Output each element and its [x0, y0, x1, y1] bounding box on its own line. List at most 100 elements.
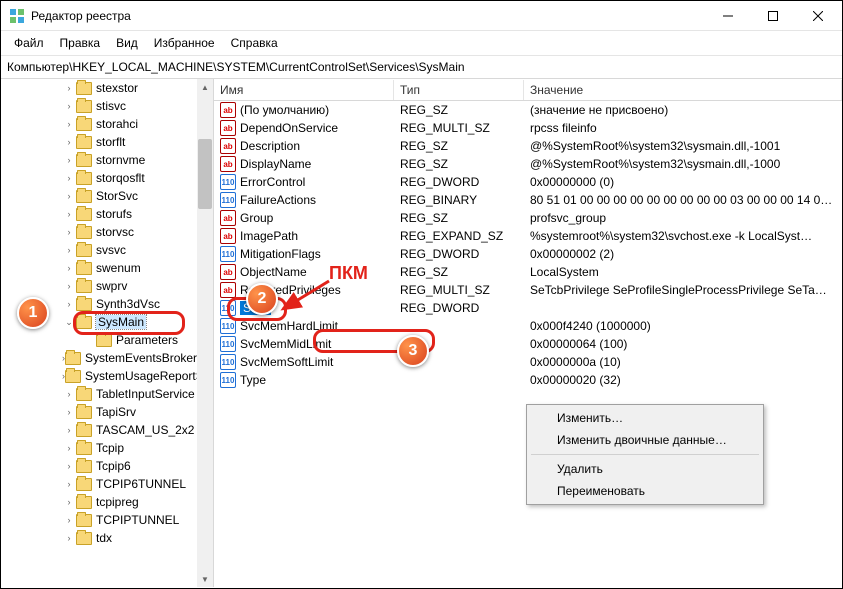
binary-value-icon: 110	[220, 192, 236, 208]
col-value[interactable]: Значение	[524, 80, 842, 100]
value-row[interactable]: ab(По умолчанию)REG_SZ(значение не присв…	[214, 101, 842, 119]
col-type[interactable]: Тип	[394, 80, 524, 100]
tree-node[interactable]: ›swenum	[1, 259, 197, 277]
menu-file[interactable]: Файл	[7, 33, 51, 53]
value-row[interactable]: 110Type0x00000020 (32)	[214, 371, 842, 389]
string-value-icon: ab	[220, 264, 236, 280]
tree-node[interactable]: ›tdx	[1, 529, 197, 547]
chevron-icon[interactable]: ›	[62, 533, 76, 543]
string-value-icon: ab	[220, 102, 236, 118]
chevron-icon[interactable]: ›	[62, 191, 76, 201]
value-row[interactable]: 110SvcMemSoftLimit0x0000000a (10)	[214, 353, 842, 371]
menubar: Файл Правка Вид Избранное Справка	[1, 31, 842, 56]
value-name: Type	[240, 373, 266, 387]
value-row[interactable]: 110ErrorControlREG_DWORD0x00000000 (0)	[214, 173, 842, 191]
chevron-icon[interactable]: ›	[62, 497, 76, 507]
chevron-icon[interactable]: ›	[62, 299, 76, 309]
chevron-icon[interactable]: ›	[62, 461, 76, 471]
tree-node[interactable]: ›TCPIPTUNNEL	[1, 511, 197, 529]
chevron-icon[interactable]: ›	[62, 281, 76, 291]
chevron-icon[interactable]: ›	[62, 515, 76, 525]
tree-node[interactable]: ›storvsc	[1, 223, 197, 241]
value-row[interactable]: 110SvcMemMidLimit0x00000064 (100)	[214, 335, 842, 353]
chevron-icon[interactable]: ›	[62, 389, 76, 399]
value-row[interactable]: 110FailureActionsREG_BINARY80 51 01 00 0…	[214, 191, 842, 209]
value-row[interactable]: 110SvcMemHardLimit0x000f4240 (1000000)	[214, 317, 842, 335]
value-data: 0x00000020 (32)	[524, 373, 842, 387]
ctx-modify[interactable]: Изменить…	[529, 407, 761, 429]
menu-view[interactable]: Вид	[109, 33, 145, 53]
tree-node[interactable]: ›swprv	[1, 277, 197, 295]
scroll-down-icon[interactable]: ▼	[197, 571, 213, 587]
chevron-icon[interactable]: ›	[62, 227, 76, 237]
chevron-icon[interactable]: ›	[62, 245, 76, 255]
tree-scrollbar[interactable]: ▲ ▼	[197, 79, 213, 587]
value-data: SeTcbPrivilege SeProfileSingleProcessPri…	[524, 283, 842, 297]
tree-node[interactable]: ›StorSvc	[1, 187, 197, 205]
value-row[interactable]: abImagePathREG_EXPAND_SZ%systemroot%\sys…	[214, 227, 842, 245]
value-row[interactable]: abDisplayNameREG_SZ@%SystemRoot%\system3…	[214, 155, 842, 173]
value-row[interactable]: abDependOnServiceREG_MULTI_SZrpcss filei…	[214, 119, 842, 137]
folder-icon	[76, 316, 92, 329]
tree-node[interactable]: ›storufs	[1, 205, 197, 223]
tree-node[interactable]: › TCPIP6TUNNEL	[1, 475, 197, 493]
chevron-icon[interactable]: ›	[62, 83, 76, 93]
chevron-icon[interactable]: ›	[62, 425, 76, 435]
tree-node[interactable]: ›storflt	[1, 133, 197, 151]
ctx-modify-binary[interactable]: Изменить двоичные данные…	[529, 429, 761, 451]
menu-help[interactable]: Справка	[224, 33, 285, 53]
chevron-icon[interactable]: ›	[62, 155, 76, 165]
folder-icon	[76, 208, 92, 221]
tree-node[interactable]: › tcpipreg	[1, 493, 197, 511]
tree-node[interactable]: ›TapiSrv	[1, 403, 197, 421]
value-data: %systemroot%\system32\svchost.exe -k Loc…	[524, 229, 842, 243]
col-name[interactable]: Имя	[214, 80, 394, 100]
menu-favorites[interactable]: Избранное	[147, 33, 222, 53]
tree-node[interactable]: ›TabletInputService	[1, 385, 197, 403]
tree-node[interactable]: ›Tcpip6	[1, 457, 197, 475]
folder-icon	[76, 226, 92, 239]
tree-node[interactable]: Parameters	[1, 331, 197, 349]
chevron-icon[interactable]: ›	[62, 101, 76, 111]
tree-node[interactable]: ›stornvme	[1, 151, 197, 169]
value-name: MitigationFlags	[240, 247, 321, 261]
menu-edit[interactable]: Правка	[53, 33, 108, 53]
folder-icon	[76, 442, 92, 455]
value-row[interactable]: abGroupREG_SZprofsvc_group	[214, 209, 842, 227]
chevron-icon[interactable]: ›	[62, 137, 76, 147]
close-button[interactable]	[795, 1, 840, 30]
tree-node[interactable]: ›stisvc	[1, 97, 197, 115]
minimize-button[interactable]	[705, 1, 750, 30]
folder-icon	[76, 424, 92, 437]
chevron-icon[interactable]: ›	[62, 443, 76, 453]
tree-node[interactable]: ›storahci	[1, 115, 197, 133]
value-row[interactable]: abDescriptionREG_SZ@%SystemRoot%\system3…	[214, 137, 842, 155]
chevron-icon[interactable]: ⌄	[62, 317, 76, 328]
scroll-thumb[interactable]	[198, 139, 212, 209]
tree-node[interactable]: ›stexstor	[1, 79, 197, 97]
scroll-up-icon[interactable]: ▲	[197, 79, 213, 95]
value-row[interactable]: 110MitigationFlagsREG_DWORD0x00000002 (2…	[214, 245, 842, 263]
value-data: 80 51 01 00 00 00 00 00 00 00 00 00 03 0…	[524, 193, 842, 207]
chevron-icon[interactable]: ›	[62, 209, 76, 219]
tree-node[interactable]: ›storqosflt	[1, 169, 197, 187]
tree-node[interactable]: ›Tcpip	[1, 439, 197, 457]
ctx-delete[interactable]: Удалить	[529, 458, 761, 480]
maximize-button[interactable]	[750, 1, 795, 30]
chevron-icon[interactable]: ›	[62, 479, 76, 489]
address-bar[interactable]: Компьютер\HKEY_LOCAL_MACHINE\SYSTEM\Curr…	[1, 56, 842, 79]
ctx-rename[interactable]: Переименовать	[529, 480, 761, 502]
tree-node-label: TCPIP6TUNNEL	[96, 477, 186, 491]
tree-node[interactable]: ›svsvc	[1, 241, 197, 259]
chevron-icon[interactable]: ›	[62, 263, 76, 273]
chevron-icon[interactable]: ›	[62, 119, 76, 129]
chevron-icon[interactable]: ›	[62, 173, 76, 183]
folder-icon	[76, 118, 92, 131]
tree-node[interactable]: ›TASCAM_US_2x2	[1, 421, 197, 439]
tree-node[interactable]: ›SystemUsageReportSvc	[1, 367, 197, 385]
chevron-icon[interactable]: ›	[62, 407, 76, 417]
tree-node[interactable]: ›SystemEventsBroker	[1, 349, 197, 367]
value-data: 0x000f4240 (1000000)	[524, 319, 842, 333]
value-name: SvcMemHardLimit	[240, 319, 338, 333]
tree-node-label: tcpipreg	[96, 495, 139, 509]
